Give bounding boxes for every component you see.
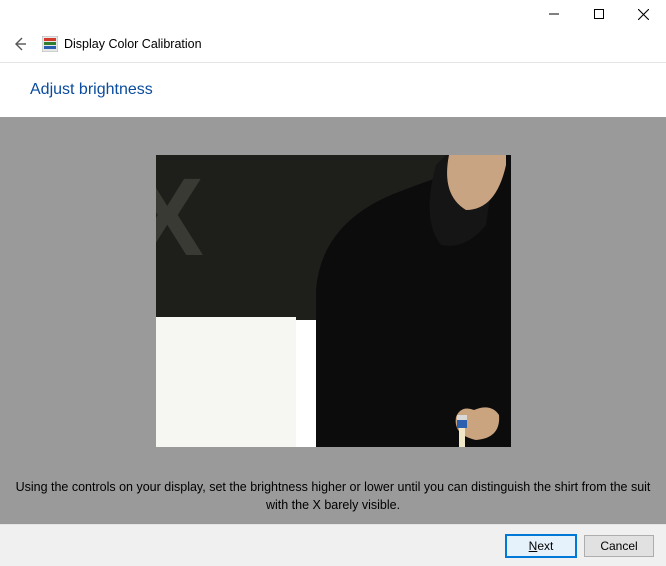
maximize-button[interactable] xyxy=(576,0,621,28)
app-icon xyxy=(42,36,58,52)
back-button[interactable] xyxy=(10,34,30,54)
page-heading: Adjust brightness xyxy=(0,63,666,117)
app-title: Display Color Calibration xyxy=(64,37,202,51)
person-silhouette-icon xyxy=(271,155,511,447)
footer: Next Cancel xyxy=(0,524,666,566)
window-titlebar xyxy=(0,0,666,30)
cancel-button[interactable]: Cancel xyxy=(584,535,654,557)
content-area: X Using the controls on your display, se… xyxy=(0,117,666,524)
close-button[interactable] xyxy=(621,0,666,28)
window-controls xyxy=(531,0,666,28)
brightness-sample-image: X xyxy=(156,155,511,447)
header-row: Display Color Calibration xyxy=(0,30,666,63)
next-button[interactable]: Next xyxy=(506,535,576,557)
minimize-button[interactable] xyxy=(531,0,576,28)
instruction-text: Using the controls on your display, set … xyxy=(0,469,666,524)
